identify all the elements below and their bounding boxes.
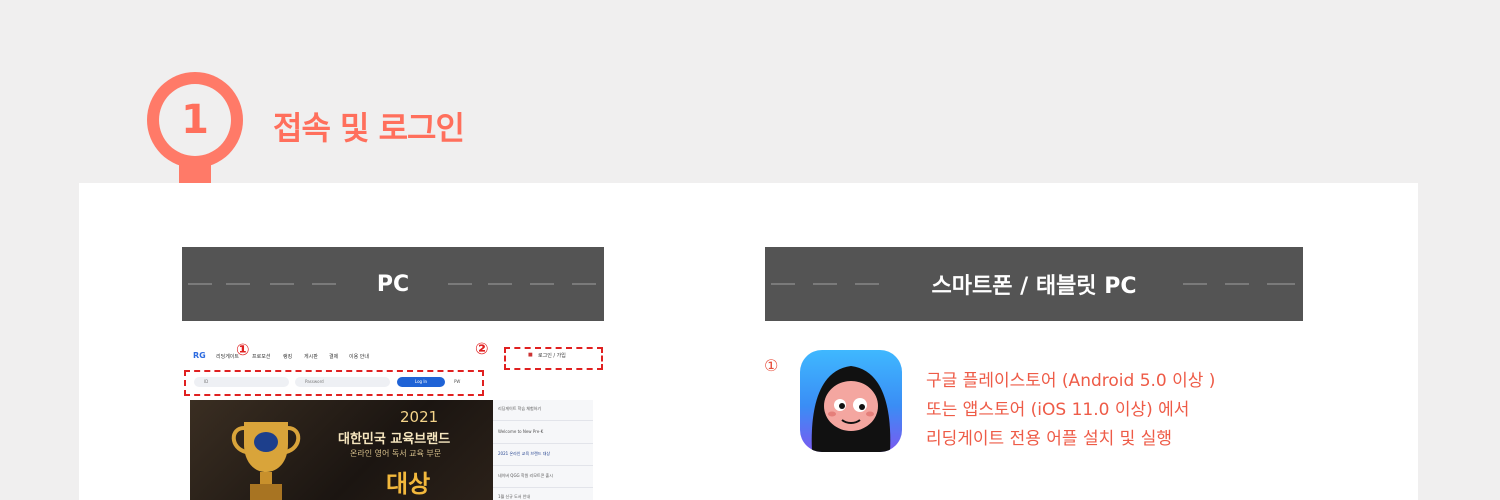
dash-deco — [1225, 283, 1249, 285]
pc-header-label: PC — [376, 271, 410, 297]
divider — [493, 420, 593, 421]
banner-title: 대한민국 교육브랜드 — [338, 432, 451, 447]
mobile-header: 스마트폰 / 태블릿 PC — [765, 247, 1303, 321]
flag-icon: ■ — [528, 352, 533, 358]
list-item[interactable]: 네이버 QGG 학원 리모트콘 출시 — [498, 473, 553, 479]
password-input[interactable]: Password — [295, 377, 390, 387]
mobile-marker: ① — [764, 356, 779, 375]
dash-deco — [188, 283, 212, 285]
dash-deco — [813, 283, 837, 285]
nav-item[interactable]: 게시판 — [304, 353, 318, 360]
nav-item[interactable]: 이용 안내 — [349, 353, 369, 360]
section-title: 접속 및 로그인 — [273, 109, 465, 147]
divider — [493, 443, 593, 444]
login-join-link[interactable]: 로그인 / 가입 — [538, 352, 566, 359]
dash-deco — [855, 283, 879, 285]
dash-deco — [771, 283, 795, 285]
pc-website-screenshot: RG 리딩게이트 프로모션 랭킹 게시판 결제 이용 안내 ① ② 로그인 / … — [182, 337, 604, 500]
list-item[interactable]: 리딩게이트 학습 체험하기 — [498, 406, 541, 412]
dash-deco — [572, 283, 596, 285]
site-logo: RG — [193, 351, 206, 360]
find-pw-link[interactable]: PW — [454, 379, 460, 384]
dash-deco — [1183, 283, 1207, 285]
pc-header: PC — [182, 247, 604, 321]
divider — [493, 487, 593, 488]
list-item[interactable]: Welcome to New Pre-K — [498, 429, 543, 434]
mobile-header-label: 스마트폰 / 태블릿 PC — [931, 274, 1137, 299]
trophy-icon — [231, 422, 301, 500]
step-badge-stem — [179, 160, 211, 184]
banner-award: 대상 — [386, 470, 431, 498]
marker-2: ② — [475, 339, 489, 358]
dash-deco — [448, 283, 472, 285]
nav-item[interactable]: 프로모션 — [252, 353, 270, 360]
mobile-desc-line: 또는 앱스토어 (iOS 11.0 이상) 에서 — [926, 400, 1190, 420]
dash-deco — [488, 283, 512, 285]
dash-deco — [270, 283, 294, 285]
nav-item[interactable]: 랭킹 — [283, 353, 292, 360]
marker-1: ① — [236, 340, 250, 359]
banner-year: 2021 — [400, 408, 439, 426]
mobile-desc-line: 리딩게이트 전용 어플 설치 및 실행 — [926, 429, 1172, 449]
award-banner[interactable]: 2021 대한민국 교육브랜드 온라인 영어 독서 교육 부문 대상 — [190, 400, 493, 500]
reading-gate-app-icon[interactable] — [800, 350, 902, 452]
id-input[interactable]: ID — [194, 377, 289, 387]
nav-item[interactable]: 결제 — [329, 353, 338, 360]
list-item[interactable]: 1월 신규 도서 안내 — [498, 494, 530, 500]
dash-deco — [530, 283, 554, 285]
divider — [493, 465, 593, 466]
side-news-list: 리딩게이트 학습 체험하기 Welcome to New Pre-K 2021 … — [493, 400, 593, 500]
dash-deco — [312, 283, 336, 285]
list-item[interactable]: 2021 온라인 교육 브랜드 대상 — [498, 451, 550, 457]
login-button[interactable]: Log In — [397, 377, 445, 387]
dash-deco — [226, 283, 250, 285]
mobile-desc-line: 구글 플레이스토어 (Android 5.0 이상 ) — [926, 371, 1216, 391]
character-icon — [811, 366, 891, 452]
banner-subtitle: 온라인 영어 독서 교육 부문 — [350, 449, 442, 458]
step-number: 1 — [159, 84, 231, 156]
dash-deco — [1267, 283, 1295, 285]
step-badge: 1 — [147, 72, 243, 184]
